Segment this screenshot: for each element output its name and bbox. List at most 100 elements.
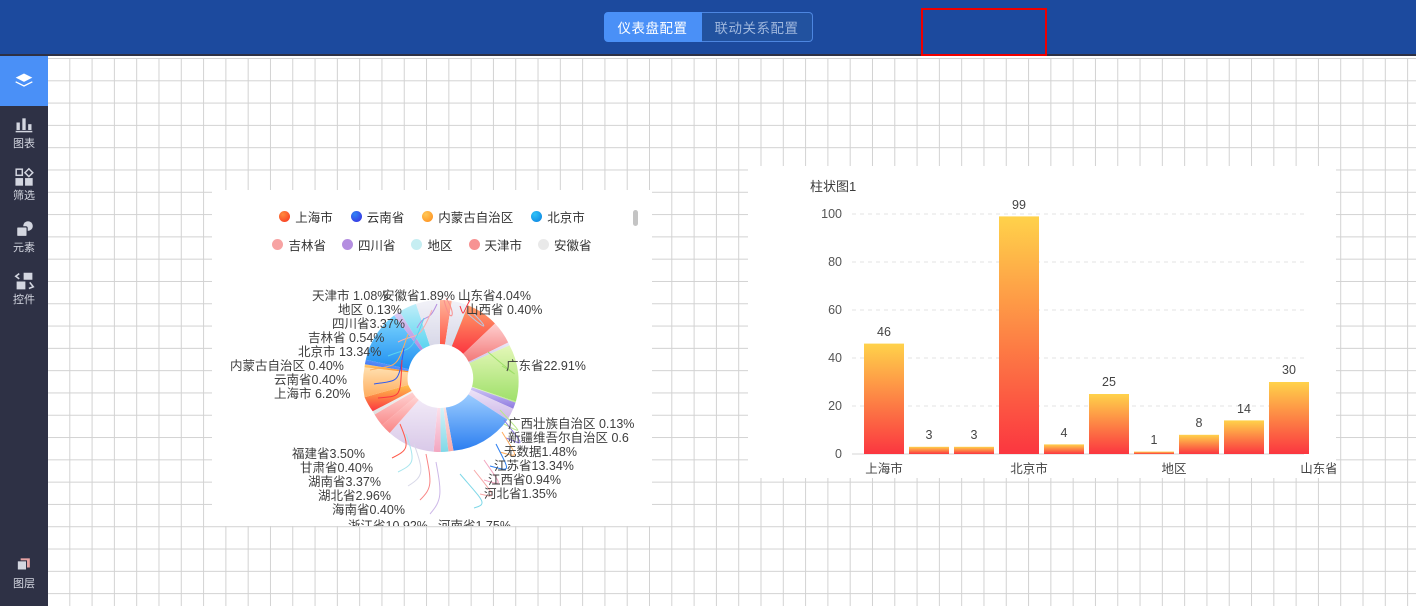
legend-item-0[interactable]: 上海市 xyxy=(279,207,333,226)
pie-legend-row-1: 上海市 云南省 内蒙古自治区 北京市 xyxy=(212,202,652,230)
legend-color-dot xyxy=(279,210,291,222)
pie-label-24: 河南省1.75% xyxy=(438,518,511,526)
x-tick-3: 山东省 xyxy=(1300,462,1336,476)
pie-label-17: 江苏省13.34% xyxy=(494,458,574,473)
bar-5 xyxy=(1089,394,1129,454)
sidebar-item-filter[interactable]: 筛选 xyxy=(0,158,48,210)
filter-shapes-icon xyxy=(14,166,35,188)
pie-label-9: 广东省22.91% xyxy=(506,359,586,373)
bar-value-8: 14 xyxy=(1237,402,1251,416)
pie-label-15: 无数据1.48% xyxy=(504,444,577,459)
sidebar-item-chart[interactable]: 图表 xyxy=(0,106,48,158)
left-sidebar: 图表 筛选 元素 控件 图层 xyxy=(0,56,48,606)
config-tab-group: 仪表盘配置 联动关系配置 xyxy=(603,12,813,42)
bar-value-0: 46 xyxy=(877,325,891,339)
bar-gridlines xyxy=(852,213,1304,407)
legend-color-dot xyxy=(350,210,362,222)
bar-y-tick-labels: 0 20 40 60 80 100 xyxy=(821,207,842,461)
pie-label-8: 内蒙古自治区 0.40% xyxy=(230,358,344,373)
y-tick-3: 60 xyxy=(828,303,842,317)
pie-label-10: 云南省0.40% xyxy=(274,372,347,387)
bar-8 xyxy=(1224,420,1264,454)
pie-label-0: 天津市 1.08% xyxy=(312,288,388,303)
top-header-bar: 仪表盘配置 联动关系配置 xyxy=(0,0,1416,56)
sidebar-item-control[interactable]: 控件 xyxy=(0,262,48,314)
sidebar-item-element-label: 元素 xyxy=(13,242,35,254)
pie-label-1: 安徽省1.89% xyxy=(382,288,455,303)
bar-plot-area: 0 20 40 60 80 100 46 3 3 99 4 25 1 8 14 … xyxy=(748,166,1338,478)
pie-label-6: 吉林省 0.54% xyxy=(308,331,384,345)
legend-scrollbar-thumb[interactable] xyxy=(633,210,638,226)
legend-label: 云南省 xyxy=(366,210,405,225)
pie-label-16: 甘肃省0.40% xyxy=(300,461,373,475)
sidebar-item-control-label: 控件 xyxy=(13,294,35,306)
pie-label-20: 湖北省2.96% xyxy=(318,488,391,503)
bar-1 xyxy=(909,446,949,454)
legend-label: 上海市 xyxy=(295,210,333,225)
y-tick-0: 0 xyxy=(835,447,842,461)
pie-label-12: 广西壮族自治区 0.13% xyxy=(508,417,634,431)
bar-chart-widget[interactable]: 柱状图1 0 20 40 60 80 100 46 3 3 99 4 25 1 … xyxy=(748,166,1338,478)
tab-linkage-config[interactable]: 联动关系配置 xyxy=(701,12,813,42)
legend-item-1[interactable]: 云南省 xyxy=(350,207,405,226)
bar-9 xyxy=(1269,382,1309,454)
layer-stack-icon xyxy=(14,554,34,576)
bar-series xyxy=(864,216,1309,454)
pie-label-23: 浙江省10.92% xyxy=(348,518,428,526)
app-root: 仪表盘配置 联动关系配置 图表 筛选 元素 控件 图层 上海市 云南省 内蒙古自… xyxy=(0,0,1416,606)
y-tick-5: 100 xyxy=(821,207,842,221)
sidebar-bottom-group: 图层 xyxy=(0,546,48,598)
bar-value-1: 3 xyxy=(926,428,933,442)
dashboard-canvas[interactable]: 上海市 云南省 内蒙古自治区 北京市 吉林省 四川省 地区 天津市 安徽省 天津… xyxy=(48,58,1416,606)
bar-value-6: 1 xyxy=(1151,433,1158,447)
bar-3 xyxy=(999,216,1039,454)
bar-value-5: 25 xyxy=(1102,375,1116,389)
y-tick-1: 20 xyxy=(828,399,842,413)
highlight-annotation-box xyxy=(921,8,1047,56)
pie-chart-widget[interactable]: 上海市 云南省 内蒙古自治区 北京市 吉林省 四川省 地区 天津市 安徽省 天津… xyxy=(212,190,652,533)
pie-svg: 天津市 1.08% 安徽省1.89% 地区 0.13% 山东省4.04% 四川省… xyxy=(230,288,634,533)
x-tick-2: 地区 xyxy=(1161,462,1186,476)
bar-value-9: 30 xyxy=(1282,363,1296,377)
bar-value-2: 3 xyxy=(971,428,978,442)
x-tick-0: 上海市 xyxy=(865,461,903,476)
bar-value-4: 4 xyxy=(1061,426,1068,440)
widget-control-icon xyxy=(13,270,35,292)
legend-item-3[interactable]: 北京市 xyxy=(531,207,585,226)
pie-label-5: 山西省 0.40% xyxy=(466,303,542,317)
y-tick-2: 40 xyxy=(828,351,842,365)
legend-color-dot xyxy=(531,210,543,222)
pie-label-14: 福建省3.50% xyxy=(292,446,365,461)
sidebar-item-chart-label: 图表 xyxy=(13,138,35,150)
sidebar-item-element[interactable]: 元素 xyxy=(0,210,48,262)
legend-item-2[interactable]: 内蒙古自治区 xyxy=(422,207,513,226)
bar-2 xyxy=(954,446,994,454)
elements-icon xyxy=(14,218,35,240)
bar-4 xyxy=(1044,444,1084,454)
bar-chart-icon xyxy=(14,114,34,136)
layers-icon xyxy=(13,70,35,92)
y-tick-4: 80 xyxy=(828,255,842,269)
tab-dashboard-config-label: 仪表盘配置 xyxy=(617,21,688,36)
pie-label-3: 山东省4.04% xyxy=(458,289,531,303)
bar-svg: 0 20 40 60 80 100 46 3 3 99 4 25 1 8 14 … xyxy=(821,198,1338,476)
bar-value-3: 99 xyxy=(1012,198,1026,212)
bar-6 xyxy=(1134,451,1174,454)
sidebar-item-layer-panel[interactable]: 图层 xyxy=(0,546,48,598)
pie-label-21: 河北省1.35% xyxy=(484,487,557,501)
legend-color-dot xyxy=(422,210,434,222)
bar-x-tick-labels: 上海市 北京市 地区 山东省 xyxy=(865,461,1338,476)
tab-dashboard-config[interactable]: 仪表盘配置 xyxy=(603,12,702,42)
pie-label-13: 新疆维吾尔自治区 0.6 xyxy=(508,430,629,445)
bar-value-labels: 46 3 3 99 4 25 1 8 14 30 xyxy=(877,198,1296,447)
pie-label-18: 湖南省3.37% xyxy=(308,474,381,489)
pie-label-2: 地区 0.13% xyxy=(338,303,402,317)
x-tick-1: 北京市 xyxy=(1010,461,1048,476)
tab-linkage-config-label: 联动关系配置 xyxy=(714,21,799,36)
pie-label-11: 上海市 6.20% xyxy=(274,386,350,401)
pie-plot-area: 天津市 1.08% 安徽省1.89% 地区 0.13% 山东省4.04% 四川省… xyxy=(212,248,652,533)
pie-label-4: 四川省3.37% xyxy=(332,317,405,331)
sidebar-item-layers-active[interactable] xyxy=(0,56,48,106)
bar-value-7: 8 xyxy=(1196,416,1203,430)
bar-7 xyxy=(1179,434,1219,454)
